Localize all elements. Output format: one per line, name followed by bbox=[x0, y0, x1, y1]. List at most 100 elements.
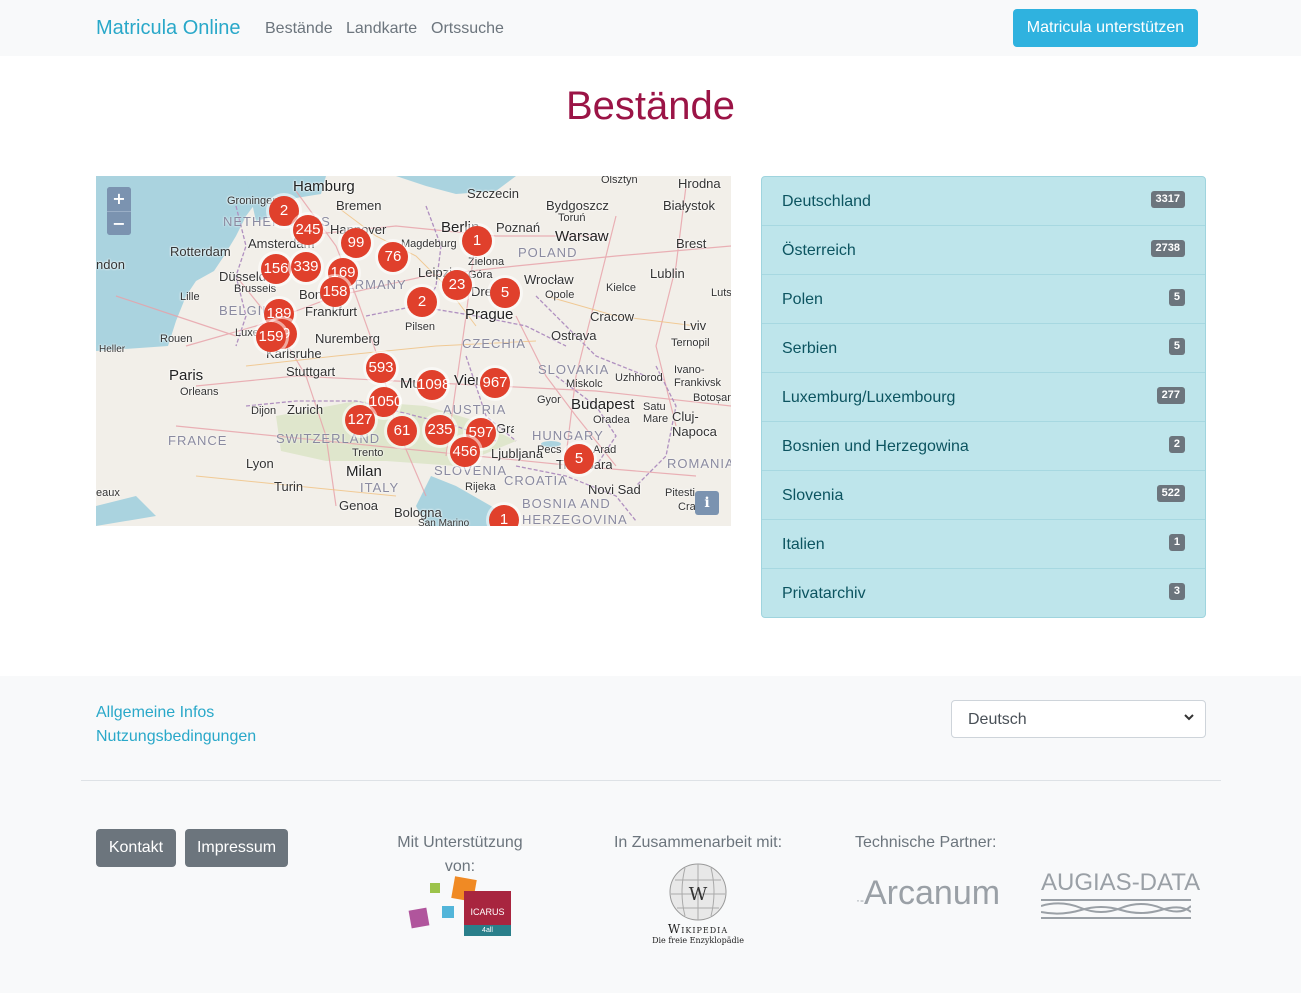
wikipedia-logo-text: Wikipedia bbox=[667, 922, 729, 936]
map-label-city: Białystok bbox=[663, 198, 716, 213]
arcanum-logo-text: Arcanum bbox=[864, 874, 1001, 912]
map-label-city: Rouen bbox=[160, 333, 193, 345]
zoom-in-button[interactable]: + bbox=[107, 187, 131, 211]
map-label-city: Pecs bbox=[537, 444, 562, 456]
holding-count-badge: 277 bbox=[1156, 387, 1185, 404]
map-label-city: Wrocław bbox=[524, 272, 574, 287]
nav-link-bestaende[interactable]: Bestände bbox=[265, 20, 333, 38]
map-label-country: ROMANIA bbox=[667, 456, 731, 471]
holding-item-privatarchiv[interactable]: Privatarchiv 3 bbox=[762, 569, 1205, 617]
augias-waves-icon bbox=[1040, 899, 1192, 919]
map-label-city: Kielce bbox=[606, 282, 636, 294]
map-cluster-marker[interactable]: 245 bbox=[293, 215, 323, 245]
holding-name: Bosnien und Herzegowina bbox=[782, 438, 969, 455]
map-label-country: BOSNIA AND bbox=[522, 496, 611, 511]
map-label-city: Lyon bbox=[246, 456, 274, 471]
map-cluster-marker[interactable]: 159 bbox=[256, 322, 286, 352]
map-label-country: ITALY bbox=[360, 480, 400, 495]
brand-link[interactable]: Matricula Online bbox=[96, 17, 241, 40]
map-cluster-marker[interactable]: 156 bbox=[261, 254, 291, 284]
map-cluster-marker[interactable]: 61 bbox=[387, 416, 417, 446]
map-cluster-marker[interactable]: 967 bbox=[480, 368, 510, 398]
holding-count-badge: 3317 bbox=[1150, 191, 1185, 208]
map-label-city: Toruń bbox=[558, 212, 586, 224]
map-cluster-marker[interactable]: 127 bbox=[345, 405, 375, 435]
map-cluster-marker[interactable]: 23 bbox=[442, 270, 472, 300]
map-cluster-marker[interactable]: 99 bbox=[341, 228, 371, 258]
tech-partners-heading: Technische Partner: bbox=[855, 834, 997, 851]
map-label-city: Milan bbox=[346, 463, 382, 480]
map-label-city: Heller bbox=[99, 344, 126, 355]
map-label-city: Orleans bbox=[180, 386, 219, 398]
map-label-city: Ljubljana bbox=[491, 446, 544, 461]
icarus-logo-subtext: 4all bbox=[464, 925, 511, 936]
footer: Allgemeine Infos Nutzungsbedingungen Deu… bbox=[0, 676, 1301, 993]
page-title: Bestände bbox=[565, 84, 736, 128]
map-cluster-marker[interactable]: 339 bbox=[291, 252, 321, 282]
holding-count-badge: 522 bbox=[1156, 485, 1185, 502]
map-cluster-marker[interactable]: 158 bbox=[320, 277, 350, 307]
map-label-city: San Marino bbox=[418, 518, 470, 526]
navbar: Matricula Online Bestände Landkarte Orts… bbox=[0, 0, 1301, 56]
holding-item-polen[interactable]: Polen 5 bbox=[762, 275, 1205, 324]
map-label-city: Lille bbox=[180, 291, 200, 303]
footer-link-terms[interactable]: Nutzungsbedingungen bbox=[96, 728, 256, 746]
holding-item-luxemburg[interactable]: Luxemburg/Luxembourg 277 bbox=[762, 373, 1205, 422]
holdings-map[interactable]: Hamburg Groningen Bremen Szczecin Olszty… bbox=[96, 176, 731, 526]
nav-link-ortssuche[interactable]: Ortssuche bbox=[431, 20, 504, 38]
holding-name: Deutschland bbox=[782, 193, 871, 210]
map-label-city: Ternopil bbox=[671, 337, 710, 349]
footer-link-general-info[interactable]: Allgemeine Infos bbox=[96, 704, 214, 722]
map-label-city: Lviv bbox=[683, 318, 707, 333]
imprint-button[interactable]: Impressum bbox=[185, 829, 288, 867]
map-label-country: HUNGARY bbox=[532, 428, 604, 443]
cooperation-heading: In Zusammenarbeit mit: bbox=[613, 834, 783, 851]
holding-item-slovenia[interactable]: Slovenia 522 bbox=[762, 471, 1205, 520]
holding-item-italien[interactable]: Italien 1 bbox=[762, 520, 1205, 569]
holding-item-oesterreich[interactable]: Österreich 2738 bbox=[762, 226, 1205, 275]
holding-name: Luxemburg/Luxembourg bbox=[782, 389, 956, 406]
map-cluster-marker[interactable]: 5 bbox=[490, 278, 520, 308]
support-heading: Mit Unterstützung von: bbox=[397, 834, 523, 875]
holding-count-badge: 3 bbox=[1168, 583, 1185, 600]
support-button[interactable]: Matricula unterstützen bbox=[1013, 9, 1198, 47]
icarus-logo-text: ICARUS bbox=[470, 907, 505, 917]
map-label-city: Miskolc bbox=[566, 378, 603, 390]
map-label-city: Budapest bbox=[571, 396, 635, 413]
map-label-city: Hrodna bbox=[678, 176, 721, 191]
arcanum-logo[interactable]: ·-Arcanum bbox=[856, 874, 1000, 913]
zoom-out-button[interactable]: − bbox=[107, 211, 131, 235]
map-label-city: Szczecin bbox=[467, 186, 520, 201]
map-label-city: Satu Mare bbox=[643, 401, 669, 425]
holding-item-deutschland[interactable]: Deutschland 3317 bbox=[762, 177, 1205, 226]
map-label-city: Stuttgart bbox=[286, 364, 336, 379]
holding-count-badge: 2738 bbox=[1150, 240, 1185, 257]
map-label-city: Rijeka bbox=[465, 481, 496, 493]
map-info-button[interactable]: i bbox=[695, 491, 719, 515]
zoom-control: + − bbox=[107, 187, 131, 235]
map-cluster-marker[interactable]: 5 bbox=[564, 444, 594, 474]
holding-name: Privatarchiv bbox=[782, 585, 866, 602]
icarus-logo[interactable]: ICARUS 4all bbox=[408, 876, 512, 938]
language-select[interactable]: Deutsch bbox=[951, 700, 1206, 738]
map-cluster-marker[interactable]: 76 bbox=[378, 242, 408, 272]
holding-item-bosnien[interactable]: Bosnien und Herzegowina 2 bbox=[762, 422, 1205, 471]
holding-item-serbien[interactable]: Serbien 5 bbox=[762, 324, 1205, 373]
nav-link-landkarte[interactable]: Landkarte bbox=[346, 20, 417, 38]
map-cluster-marker[interactable]: 1 bbox=[462, 226, 492, 256]
map-label-city: Magdeburg bbox=[401, 238, 457, 250]
augias-data-logo[interactable]: AUGIAS-DATA bbox=[1040, 870, 1200, 922]
footer-divider bbox=[81, 780, 1221, 781]
map-label-country: CZECHIA bbox=[462, 336, 527, 351]
map-cluster-marker[interactable]: 1098 bbox=[417, 370, 450, 400]
map-label-city: Poznań bbox=[496, 220, 541, 235]
map-cluster-marker[interactable]: 2 bbox=[407, 287, 437, 317]
map-cluster-marker[interactable]: 593 bbox=[366, 353, 396, 383]
map-cluster-marker[interactable]: 235 bbox=[425, 415, 455, 445]
wikipedia-logo[interactable]: W Wikipedia Die freie Enzyklopädie bbox=[652, 862, 744, 952]
map-label-city: Novi Sad bbox=[588, 482, 641, 497]
map-label-city: Brussels bbox=[234, 283, 277, 295]
contact-button[interactable]: Kontakt bbox=[96, 829, 176, 867]
map-cluster-marker[interactable]: 456 bbox=[450, 437, 480, 467]
map-label-city: Gyor bbox=[537, 394, 561, 406]
